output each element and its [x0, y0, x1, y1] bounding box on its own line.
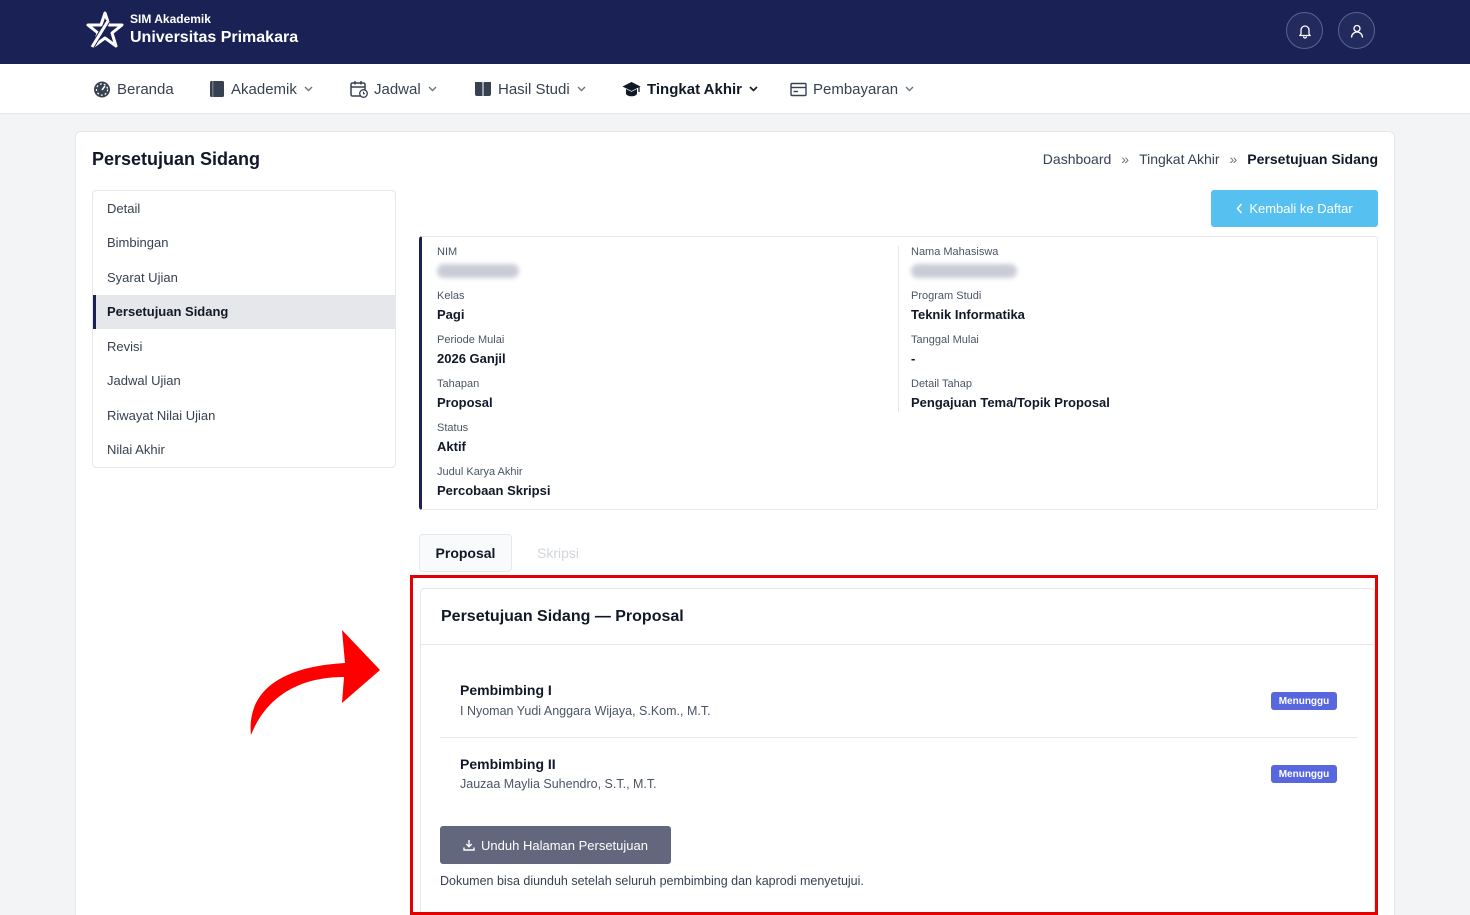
field-label: Status [437, 422, 469, 434]
nav-label: Beranda [117, 80, 174, 98]
field-judul-karya-akhir: Judul Karya Akhir Percobaan Skripsi [437, 466, 550, 498]
breadcrumb-separator: » [1229, 151, 1238, 167]
graduation-cap-icon [622, 81, 641, 96]
breadcrumb-separator: » [1121, 151, 1130, 167]
nav-beranda[interactable]: Beranda [93, 78, 174, 100]
field-value: Pengajuan Tema/Topik Proposal [911, 395, 1110, 410]
field-periode-mulai: Periode Mulai 2026 Ganjil [437, 334, 506, 366]
chevron-down-icon [905, 86, 914, 92]
top-header: SIM Akademik Universitas Primakara [0, 0, 1470, 64]
nav-tingkat-akhir[interactable]: Tingkat Akhir [622, 78, 758, 100]
chevron-down-icon [577, 86, 586, 92]
nav-label: Tingkat Akhir [647, 80, 743, 98]
field-label: Kelas [437, 290, 465, 302]
side-item-riwayat-nilai-ujian[interactable]: Riwayat Nilai Ujian [93, 398, 395, 433]
profile-button[interactable] [1338, 12, 1375, 49]
field-value: Aktif [437, 439, 466, 454]
brand-subtitle: SIM Akademik [130, 12, 211, 27]
brand-title: Universitas Primakara [130, 29, 299, 47]
nav-pembayaran[interactable]: Pembayaran [790, 78, 914, 100]
field-detail-tahap: Detail Tahap Pengajuan Tema/Topik Propos… [911, 378, 1110, 410]
chevron-left-icon [1236, 203, 1243, 214]
breadcrumb-current: Persetujuan Sidang [1247, 151, 1378, 167]
field-label: Nama Mahasiswa [911, 246, 999, 258]
back-button-label: Kembali ke Daftar [1249, 201, 1353, 216]
calendar-icon [350, 81, 368, 98]
chevron-down-icon [304, 86, 313, 92]
brand[interactable]: SIM Akademik Universitas Primakara [86, 11, 298, 49]
field-tahapan: Tahapan Proposal [437, 378, 493, 410]
field-tanggal-mulai: Tanggal Mulai - [911, 334, 979, 366]
highlight-box [410, 575, 1378, 915]
breadcrumb: Dashboard » Tingkat Akhir » Persetujuan … [1043, 151, 1378, 167]
chevron-down-icon [428, 86, 437, 92]
field-label: Tanggal Mulai [911, 334, 979, 346]
nim-redacted-value [437, 264, 519, 278]
field-program-studi: Program Studi Teknik Informatika [911, 290, 1025, 322]
field-label: Judul Karya Akhir [437, 466, 523, 478]
field-value: 2026 Ganjil [437, 351, 506, 366]
field-nama: Nama Mahasiswa [911, 246, 1017, 283]
side-item-jadwal-ujian[interactable]: Jadwal Ujian [93, 364, 395, 399]
nav-label: Jadwal [374, 80, 421, 98]
wallet-icon [790, 82, 807, 96]
dashboard-icon [94, 81, 110, 98]
nama-redacted-value [911, 264, 1017, 278]
nav-label: Pembayaran [813, 80, 899, 98]
field-value: Teknik Informatika [911, 307, 1025, 322]
book-icon [210, 81, 224, 97]
pointer-arrow-icon [250, 630, 380, 735]
side-item-detail[interactable]: Detail [93, 191, 395, 226]
side-item-persetujuan-sidang[interactable]: Persetujuan Sidang [93, 294, 395, 329]
field-label: Periode Mulai [437, 334, 505, 346]
tab-skripsi[interactable]: Skripsi [520, 534, 596, 572]
open-book-icon [475, 82, 491, 96]
field-label: Detail Tahap [911, 378, 972, 390]
field-nim: NIM [437, 246, 519, 283]
bell-icon [1298, 24, 1311, 39]
nav-label: Akademik [231, 80, 297, 98]
nav-jadwal[interactable]: Jadwal [350, 78, 437, 100]
field-label: Tahapan [437, 378, 480, 390]
chevron-down-icon [749, 86, 758, 92]
main-nav: Beranda Akademik Jadwal Hasil Studi Ting… [0, 64, 1470, 114]
field-label: NIM [437, 246, 458, 258]
side-item-bimbingan[interactable]: Bimbingan [93, 226, 395, 261]
info-divider [898, 246, 899, 412]
side-item-revisi[interactable]: Revisi [93, 329, 395, 364]
side-menu: Detail Bimbingan Syarat Ujian Persetujua… [92, 190, 396, 468]
nav-hasil-studi[interactable]: Hasil Studi [474, 78, 586, 100]
page-title: Persetujuan Sidang [92, 149, 261, 169]
breadcrumb-tingkat-akhir[interactable]: Tingkat Akhir [1139, 151, 1219, 167]
field-status: Status Aktif [437, 422, 468, 454]
nav-label: Hasil Studi [498, 80, 570, 98]
field-value: Percobaan Skripsi [437, 483, 551, 498]
field-kelas: Kelas Pagi [437, 290, 465, 322]
field-value: Proposal [437, 395, 493, 410]
tab-proposal[interactable]: Proposal [419, 534, 512, 572]
university-logo-icon [86, 11, 124, 49]
field-value: - [911, 351, 916, 366]
side-item-nilai-akhir[interactable]: Nilai Akhir [93, 433, 395, 468]
nav-akademik[interactable]: Akademik [209, 78, 313, 100]
field-value: Pagi [437, 307, 465, 322]
notification-button[interactable] [1286, 12, 1323, 49]
user-icon [1350, 24, 1363, 38]
field-label: Program Studi [911, 290, 982, 302]
breadcrumb-dashboard[interactable]: Dashboard [1043, 151, 1112, 167]
back-to-list-button[interactable]: Kembali ke Daftar [1211, 190, 1378, 227]
side-item-syarat-ujian[interactable]: Syarat Ujian [93, 260, 395, 295]
